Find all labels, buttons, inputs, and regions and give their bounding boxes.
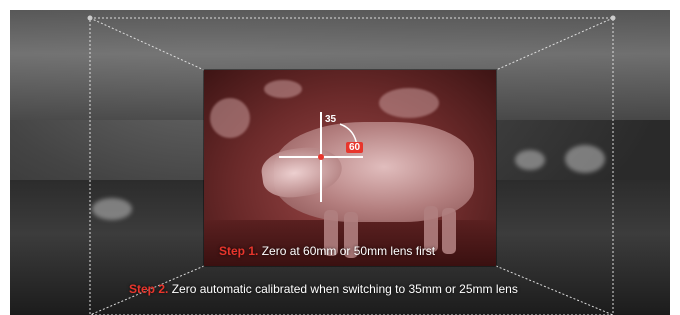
background-boar	[92, 198, 132, 220]
lens-60-label: 60	[346, 142, 364, 153]
step-1-text: Zero at 60mm or 50mm lens first	[261, 244, 436, 258]
zoom-boar-top	[264, 80, 302, 98]
step-1-caption: Step 1. Zero at 60mm or 50mm lens first	[219, 244, 435, 258]
zoom-boar-left	[210, 98, 250, 138]
step-2-caption: Step 2. Zero automatic calibrated when s…	[129, 282, 518, 296]
background-boar	[515, 150, 545, 170]
lens-35-label: 35	[325, 114, 337, 125]
step-1-number: Step 1.	[219, 244, 259, 258]
step-2-number: Step 2.	[129, 282, 169, 296]
zoomed-thermal-view	[204, 70, 496, 266]
background-boar	[565, 145, 605, 173]
zoom-boar-right	[379, 88, 439, 118]
step-2-text: Zero automatic calibrated when switching…	[171, 282, 518, 296]
boar-leg	[442, 208, 456, 254]
